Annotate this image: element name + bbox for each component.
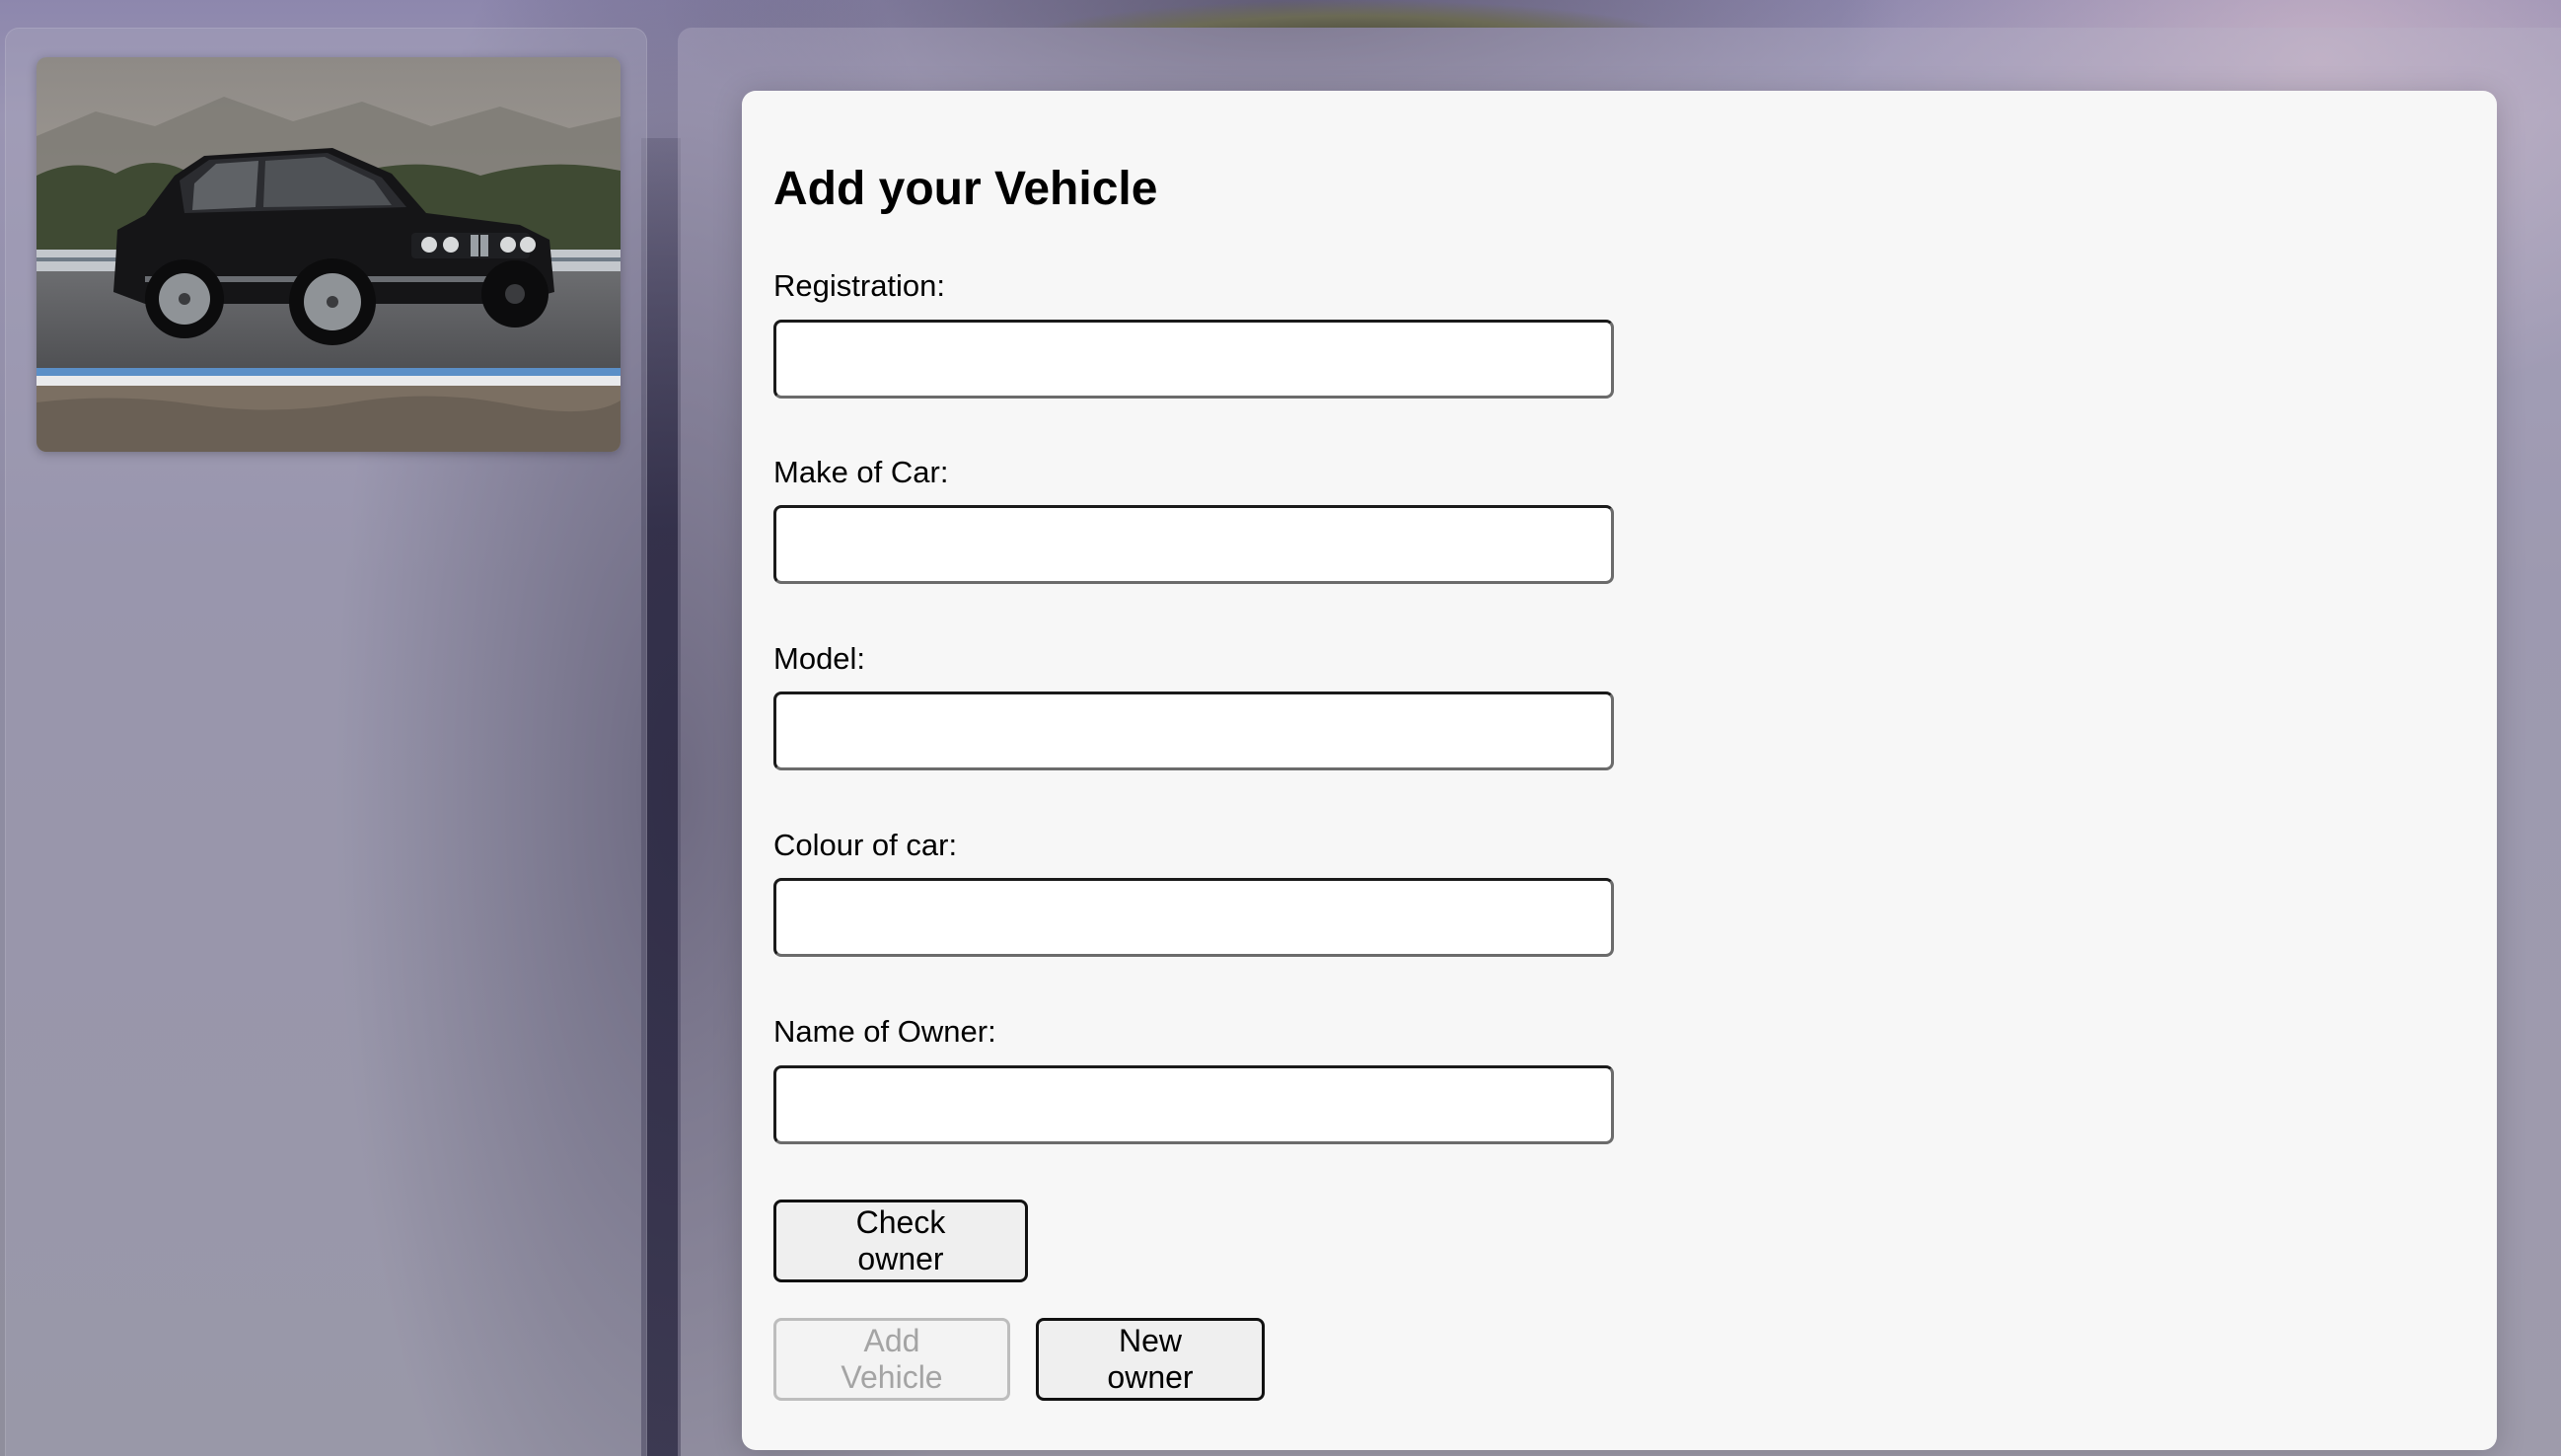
model-input[interactable] — [773, 692, 1614, 770]
registration-input[interactable] — [773, 320, 1614, 399]
make-label: Make of Car: — [773, 455, 949, 489]
check-owner-button[interactable]: Check owner — [773, 1200, 1028, 1282]
colour-input[interactable] — [773, 878, 1614, 957]
add-vehicle-form: Add your Vehicle Registration: Make of C… — [742, 91, 2497, 1450]
car-photo-illustration — [37, 57, 621, 452]
new-owner-button[interactable]: New owner — [1036, 1318, 1265, 1401]
sidebar-panel — [5, 28, 647, 1456]
owner-name-input[interactable] — [773, 1065, 1614, 1144]
wallpaper-mountain — [1026, 0, 1677, 28]
model-label: Model: — [773, 641, 866, 676]
make-input[interactable] — [773, 505, 1614, 584]
page-title: Add your Vehicle — [773, 163, 1158, 215]
car-photo — [37, 57, 621, 452]
owner-name-label: Name of Owner: — [773, 1014, 996, 1049]
add-vehicle-button[interactable]: Add Vehicle — [773, 1318, 1010, 1401]
wallpaper-shadow — [641, 138, 681, 1456]
colour-label: Colour of car: — [773, 828, 958, 862]
registration-label: Registration: — [773, 268, 946, 303]
